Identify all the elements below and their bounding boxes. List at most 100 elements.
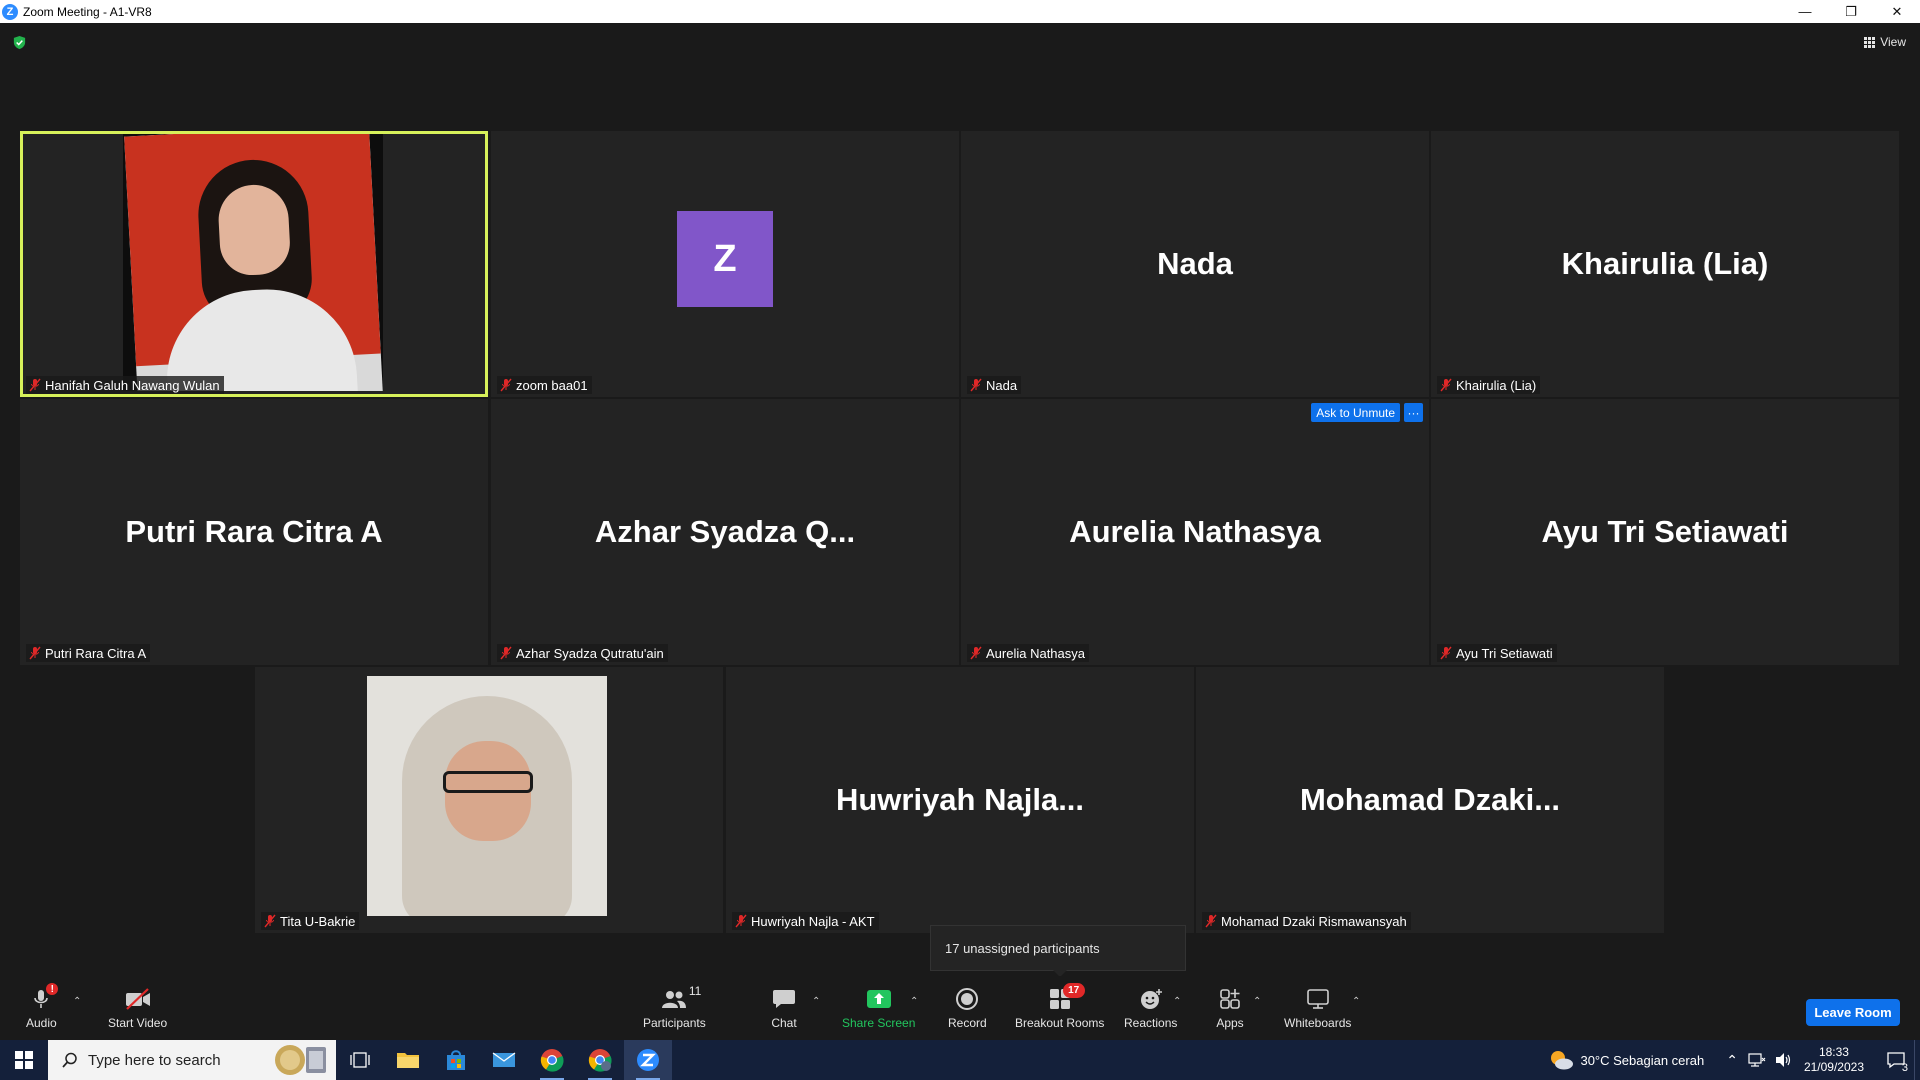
windows-taskbar: Type here to search 30°C Sebagian cerah … (0, 1040, 1920, 1080)
muted-mic-icon (500, 378, 512, 392)
apps-options-caret-icon[interactable]: ⌃ (1253, 996, 1261, 1007)
encryption-shield-icon[interactable] (12, 35, 27, 50)
video-tile[interactable]: Putri Rara Citra A Putri Rara Citra A (20, 399, 488, 665)
record-label: Record (948, 1016, 987, 1030)
participant-name: zoom baa01 (516, 377, 588, 393)
audio-button[interactable]: ! Audio (26, 983, 59, 1038)
chat-button[interactable]: Chat (770, 986, 798, 1038)
more-options-button[interactable]: ··· (1404, 403, 1423, 422)
audio-label: Audio (26, 1016, 57, 1030)
mail-button[interactable] (480, 1040, 528, 1080)
participant-name: Khairulia (Lia) (1456, 377, 1537, 393)
window-title: Zoom Meeting - A1-VR8 (23, 4, 152, 19)
muted-mic-icon (1440, 378, 1452, 392)
video-tile[interactable]: Ayu Tri Setiawati Ayu Tri Setiawati (1431, 399, 1899, 665)
show-desktop-button[interactable] (1914, 1040, 1920, 1080)
task-view-icon (350, 1052, 370, 1068)
participant-nametag: zoom baa01 (497, 376, 592, 394)
weather-partly-sunny-icon[interactable] (1548, 1049, 1574, 1071)
view-button[interactable]: View (1864, 33, 1906, 51)
video-tile[interactable]: Z zoom baa01 (491, 131, 959, 397)
participant-display-name: Khairulia (Lia) (1561, 246, 1769, 281)
muted-mic-icon (970, 378, 982, 392)
video-tile[interactable]: Tita U-Bakrie (255, 667, 723, 933)
video-tile[interactable]: Azhar Syadza Q... Azhar Syadza Qutratu'a… (491, 399, 959, 665)
participant-display-name: Nada (1157, 246, 1233, 281)
video-tile[interactable]: Huwriyah Najla... Huwriyah Najla - AKT (726, 667, 1194, 933)
participant-nametag: Ayu Tri Setiawati (1437, 644, 1557, 662)
reactions-options-caret-icon[interactable]: ⌃ (1173, 996, 1181, 1007)
zoom-window: Z Zoom Meeting - A1-VR8 — ❐ ✕ View Hanif… (0, 0, 1920, 1080)
participant-nametag: Azhar Syadza Qutratu'ain (497, 644, 668, 662)
notification-count: 3 (1901, 1062, 1908, 1074)
minimize-icon[interactable]: — (1782, 0, 1828, 23)
video-tile[interactable]: Khairulia (Lia) Khairulia (Lia) (1431, 131, 1899, 397)
participant-name: Nada (986, 377, 1018, 393)
participant-display-name: Aurelia Nathasya (1069, 514, 1321, 549)
participant-name: Mohamad Dzaki Rismawansyah (1221, 913, 1407, 929)
participant-nametag: Nada (967, 376, 1022, 394)
start-button[interactable] (0, 1040, 48, 1080)
record-button[interactable]: Record (948, 986, 987, 1038)
audio-options-caret-icon[interactable]: ⌃ (73, 996, 81, 1007)
participant-name: Putri Rara Citra A (45, 645, 147, 661)
clock[interactable]: 18:33 21/09/2023 (1804, 1045, 1864, 1075)
muted-mic-icon (500, 646, 512, 660)
video-tile[interactable]: Hanifah Galuh Nawang Wulan (20, 131, 488, 397)
start-video-button[interactable]: Start Video (108, 986, 167, 1038)
folder-icon (397, 1053, 419, 1068)
whiteboards-button[interactable]: Whiteboards (1284, 986, 1351, 1038)
participants-button[interactable]: 11 Participants (643, 984, 706, 1038)
reactions-icon (1140, 989, 1162, 1009)
leave-room-button[interactable]: Leave Room (1806, 999, 1900, 1026)
meeting-toolbar: ! Audio ⌃ Start Video 11 Participants Ch… (0, 976, 1920, 1040)
taskbar-search[interactable]: Type here to search (48, 1040, 336, 1080)
weather-text[interactable]: 30°C Sebagian cerah (1580, 1053, 1704, 1068)
restore-icon[interactable]: ❐ (1828, 0, 1874, 23)
muted-mic-icon (735, 914, 747, 928)
task-view-button[interactable] (336, 1040, 384, 1080)
show-hidden-icons-icon[interactable]: ⌃ (1726, 1052, 1738, 1069)
muted-mic-icon (29, 378, 41, 392)
participant-video (123, 134, 383, 391)
participant-name: Tita U-Bakrie (280, 913, 356, 929)
breakout-rooms-badge: 17 (1062, 983, 1085, 998)
volume-icon[interactable] (1774, 1052, 1792, 1068)
apps-label: Apps (1216, 1016, 1244, 1030)
close-icon[interactable]: ✕ (1874, 0, 1920, 23)
store-button[interactable] (432, 1040, 480, 1080)
zoom-taskbar-button[interactable] (624, 1040, 672, 1080)
store-icon (447, 1050, 465, 1070)
chrome-profile-button[interactable] (576, 1040, 624, 1080)
participant-name: Aurelia Nathasya (986, 645, 1085, 661)
whiteboards-options-caret-icon[interactable]: ⌃ (1352, 996, 1360, 1007)
file-explorer-button[interactable] (384, 1040, 432, 1080)
network-icon[interactable] (1748, 1052, 1766, 1068)
ask-to-unmute-button[interactable]: Ask to Unmute (1311, 403, 1400, 422)
participant-nametag: Hanifah Galuh Nawang Wulan (26, 376, 224, 394)
title-bar: Z Zoom Meeting - A1-VR8 — ❐ ✕ (0, 0, 1920, 23)
share-screen-button[interactable]: Share Screen (842, 986, 915, 1038)
participant-nametag: Khairulia (Lia) (1437, 376, 1541, 394)
video-tile[interactable]: Mohamad Dzaki... Mohamad Dzaki Rismawans… (1196, 667, 1664, 933)
video-tile[interactable]: Aurelia Nathasya Ask to Unmute ··· Aurel… (961, 399, 1429, 665)
grid-view-icon (1864, 36, 1876, 48)
view-label: View (1880, 35, 1906, 49)
reactions-button[interactable]: Reactions (1124, 986, 1177, 1038)
breakout-rooms-button[interactable]: 17 Breakout Rooms (1015, 983, 1104, 1038)
video-tile[interactable]: Nada Nada (961, 131, 1429, 397)
chat-icon (773, 990, 795, 1008)
participant-nametag: Mohamad Dzaki Rismawansyah (1202, 912, 1411, 930)
apps-button[interactable]: Apps (1216, 986, 1244, 1038)
chrome-button[interactable] (528, 1040, 576, 1080)
action-center-button[interactable]: 3 (1878, 1040, 1914, 1080)
share-options-caret-icon[interactable]: ⌃ (910, 996, 918, 1007)
muted-mic-icon (1440, 646, 1452, 660)
participant-display-name: Putri Rara Citra A (125, 514, 383, 549)
avatar: Z (677, 211, 773, 307)
reactions-label: Reactions (1124, 1016, 1178, 1030)
chat-options-caret-icon[interactable]: ⌃ (812, 996, 820, 1007)
audio-alert-badge: ! (46, 983, 59, 995)
participant-name: Azhar Syadza Qutratu'ain (516, 645, 664, 661)
record-icon (956, 988, 979, 1010)
